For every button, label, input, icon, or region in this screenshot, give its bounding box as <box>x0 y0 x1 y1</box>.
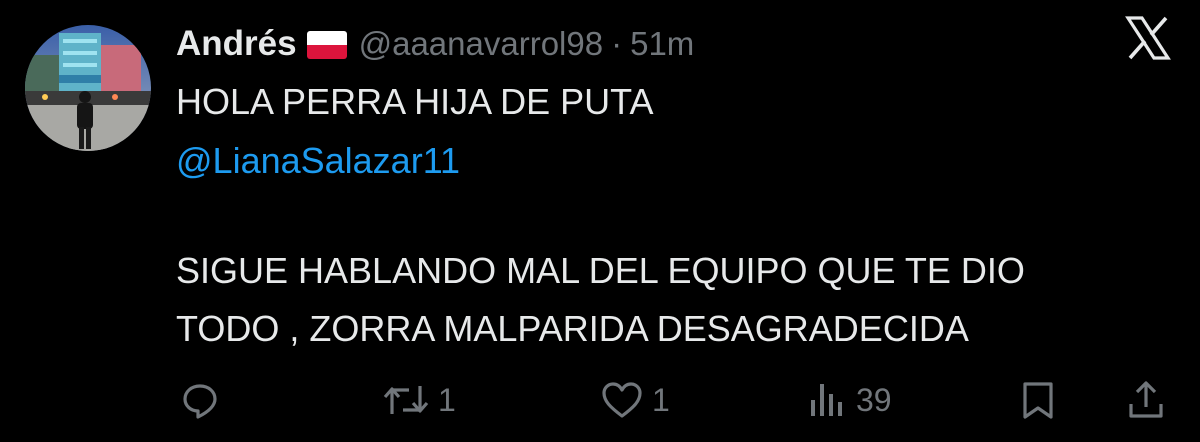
views-icon <box>808 380 848 420</box>
retweet-count: 1 <box>438 381 456 418</box>
timestamp[interactable]: 51m <box>630 25 694 63</box>
display-name[interactable]: Andrés <box>176 24 297 64</box>
x-logo-icon[interactable] <box>1124 14 1172 62</box>
share-icon <box>1126 380 1166 420</box>
bookmark-icon <box>1020 380 1056 420</box>
tweet-text-line: SIGUE HABLANDO MAL DEL EQUIPO QUE TE DIO <box>176 250 1025 291</box>
tweet-header: Andrés @aaanavarrol98 · 51m <box>176 22 694 66</box>
retweet-icon <box>382 380 430 420</box>
views-count: 39 <box>856 381 892 418</box>
tweet-card[interactable]: Andrés @aaanavarrol98 · 51m HOLA PERRA H… <box>0 0 1200 442</box>
user-handle[interactable]: @aaanavarrol98 <box>359 25 604 63</box>
flag-poland-icon <box>306 31 347 59</box>
action-bar: 1 1 39 <box>0 370 1200 430</box>
reply-button[interactable] <box>180 370 220 430</box>
avatar[interactable] <box>25 25 151 151</box>
like-button[interactable]: 1 <box>600 370 670 430</box>
separator-dot: · <box>611 25 623 62</box>
like-count: 1 <box>652 381 670 418</box>
tweet-text-line: TODO , ZORRA MALPARIDA DESAGRADECIDA <box>176 308 969 349</box>
views-button[interactable]: 39 <box>808 370 892 430</box>
bookmark-button[interactable] <box>1020 370 1056 430</box>
mention-link[interactable]: @LianaSalazar11 <box>176 143 460 179</box>
share-button[interactable] <box>1126 370 1166 430</box>
tweet-text-line: HOLA PERRA HIJA DE PUTA <box>176 81 654 122</box>
retweet-button[interactable]: 1 <box>382 370 456 430</box>
heart-icon <box>600 380 644 420</box>
reply-icon <box>180 380 220 420</box>
